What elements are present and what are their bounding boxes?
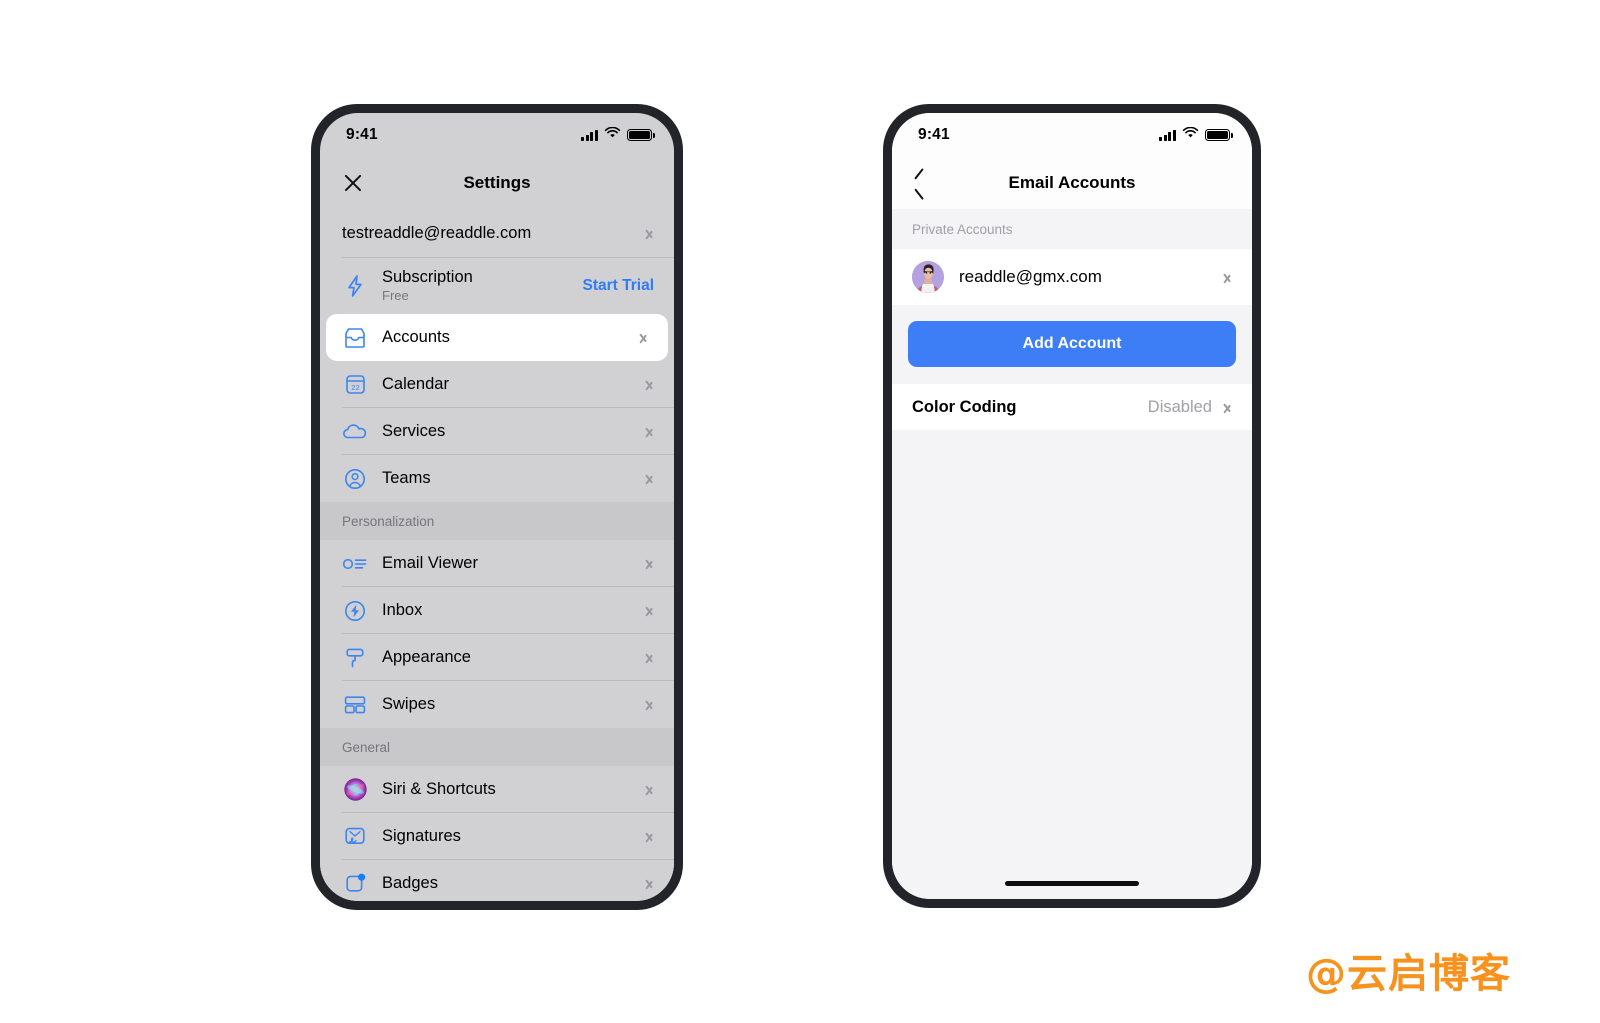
sidebar-item-accounts[interactable]: Accounts — [326, 314, 668, 361]
avatar — [912, 261, 944, 293]
color-coding-value: Disabled — [1147, 397, 1212, 416]
account-email-label: readdle@gmx.com — [959, 267, 1102, 286]
person-circle-icon — [342, 466, 368, 492]
chevron-right-icon — [645, 603, 654, 619]
list-item-color-coding[interactable]: Color Coding Disabled — [892, 384, 1252, 430]
battery-icon — [1205, 129, 1233, 141]
section-header-personalization: Personalization — [320, 502, 674, 540]
home-indicator[interactable] — [892, 873, 1252, 899]
navbar-email-accounts: Email Accounts — [892, 157, 1252, 209]
bolt-icon — [342, 273, 368, 299]
calendar-icon: 22 — [342, 372, 368, 398]
account-email-label: testreaddle@readdle.com — [342, 224, 532, 242]
battery-icon — [627, 129, 655, 141]
status-bar-icons — [581, 126, 655, 144]
badge-dot-icon — [342, 871, 368, 897]
phone-mockup-right: 9:41 Email Accounts Private Accounts rea… — [883, 104, 1261, 908]
add-account-button[interactable]: Add Account — [908, 321, 1236, 367]
siri-orb-icon — [342, 777, 368, 803]
sidebar-item-signatures[interactable]: Signatures — [320, 813, 674, 860]
chevron-right-icon — [645, 829, 654, 845]
chevron-left-icon[interactable] — [914, 173, 927, 194]
screenshot-canvas: 9:41 Settings testreaddle@readdle.com Su… — [0, 0, 1600, 1023]
section-header-general: General — [320, 728, 674, 766]
subscription-texts: Subscription Free — [382, 268, 473, 304]
sidebar-item-label: Calendar — [382, 375, 449, 393]
start-trial-button[interactable]: Start Trial — [583, 277, 655, 295]
sidebar-item-siri-shortcuts[interactable]: Siri & Shortcuts — [320, 766, 674, 813]
sidebar-item-label: Accounts — [382, 328, 450, 346]
chevron-right-icon — [645, 697, 654, 713]
sidebar-item-label: Inbox — [382, 601, 423, 619]
status-bar-time: 9:41 — [918, 126, 950, 143]
sidebar-item-label: Swipes — [382, 695, 436, 713]
sidebar-item-label: Email Viewer — [382, 554, 478, 572]
cellular-signal-icon — [581, 129, 598, 141]
close-icon[interactable] — [342, 172, 364, 194]
sidebar-item-badges[interactable]: Badges — [320, 860, 674, 901]
subscription-title: Subscription — [382, 268, 473, 286]
cellular-signal-icon — [1159, 129, 1176, 141]
inbox-tray-icon — [342, 325, 368, 351]
page-title: Settings — [463, 173, 531, 192]
navbar-settings: Settings — [320, 157, 674, 209]
chevron-right-icon — [645, 782, 654, 798]
chevron-right-icon — [645, 226, 654, 242]
status-bar-right: 9:41 — [892, 113, 1252, 157]
sidebar-item-calendar[interactable]: 22 Calendar — [320, 361, 674, 408]
wifi-icon — [1182, 126, 1199, 144]
chevron-right-icon — [639, 330, 648, 346]
phone-mockup-left: 9:41 Settings testreaddle@readdle.com Su… — [311, 104, 683, 910]
sidebar-item-inbox[interactable]: Inbox — [320, 587, 674, 634]
status-bar-left: 9:41 — [320, 113, 674, 157]
swipes-icon — [342, 692, 368, 718]
row-subscription[interactable]: Subscription Free Start Trial — [320, 258, 674, 314]
chevron-right-icon — [645, 876, 654, 892]
add-account-section: Add Account — [892, 305, 1252, 384]
cloud-icon — [342, 419, 368, 445]
sidebar-item-teams[interactable]: Teams — [320, 455, 674, 502]
sidebar-item-label: Badges — [382, 874, 438, 892]
sidebar-item-label: Siri & Shortcuts — [382, 780, 496, 798]
chevron-right-icon — [645, 556, 654, 572]
sidebar-item-appearance[interactable]: Appearance — [320, 634, 674, 681]
bolt-circle-icon — [342, 598, 368, 624]
screen-settings: 9:41 Settings testreaddle@readdle.com Su… — [320, 113, 674, 901]
screen-email-accounts: 9:41 Email Accounts Private Accounts rea… — [892, 113, 1252, 899]
sidebar-item-services[interactable]: Services — [320, 408, 674, 455]
chevron-right-icon — [645, 377, 654, 393]
watermark: @云启博客 — [1306, 951, 1511, 997]
status-bar-time: 9:41 — [346, 126, 378, 143]
sidebar-item-swipes[interactable]: Swipes — [320, 681, 674, 728]
wifi-icon — [604, 126, 621, 144]
list-item-account[interactable]: readdle@gmx.com — [892, 249, 1252, 305]
chevron-right-icon — [645, 424, 654, 440]
row-account-email[interactable]: testreaddle@readdle.com — [320, 209, 674, 258]
sidebar-item-label: Services — [382, 422, 446, 440]
empty-area — [892, 430, 1252, 873]
signature-icon — [342, 824, 368, 850]
subscription-subtitle: Free — [382, 288, 409, 303]
email-viewer-icon — [342, 551, 368, 577]
chevron-right-icon — [645, 471, 654, 487]
sidebar-item-label: Teams — [382, 469, 431, 487]
settings-list: testreaddle@readdle.com Subscription Fre… — [320, 209, 674, 901]
chevron-right-icon — [645, 650, 654, 666]
sidebar-item-email-viewer[interactable]: Email Viewer — [320, 540, 674, 587]
chevron-right-icon — [1223, 399, 1232, 415]
page-title: Email Accounts — [1008, 173, 1136, 192]
chevron-right-icon — [1223, 269, 1232, 285]
status-bar-icons — [1159, 126, 1233, 144]
sidebar-item-label: Signatures — [382, 827, 461, 845]
color-coding-label: Color Coding — [912, 397, 1017, 416]
paint-roller-icon — [342, 645, 368, 671]
section-header-private-accounts: Private Accounts — [892, 209, 1252, 249]
svg-text:22: 22 — [351, 383, 359, 392]
sidebar-item-label: Appearance — [382, 648, 471, 666]
